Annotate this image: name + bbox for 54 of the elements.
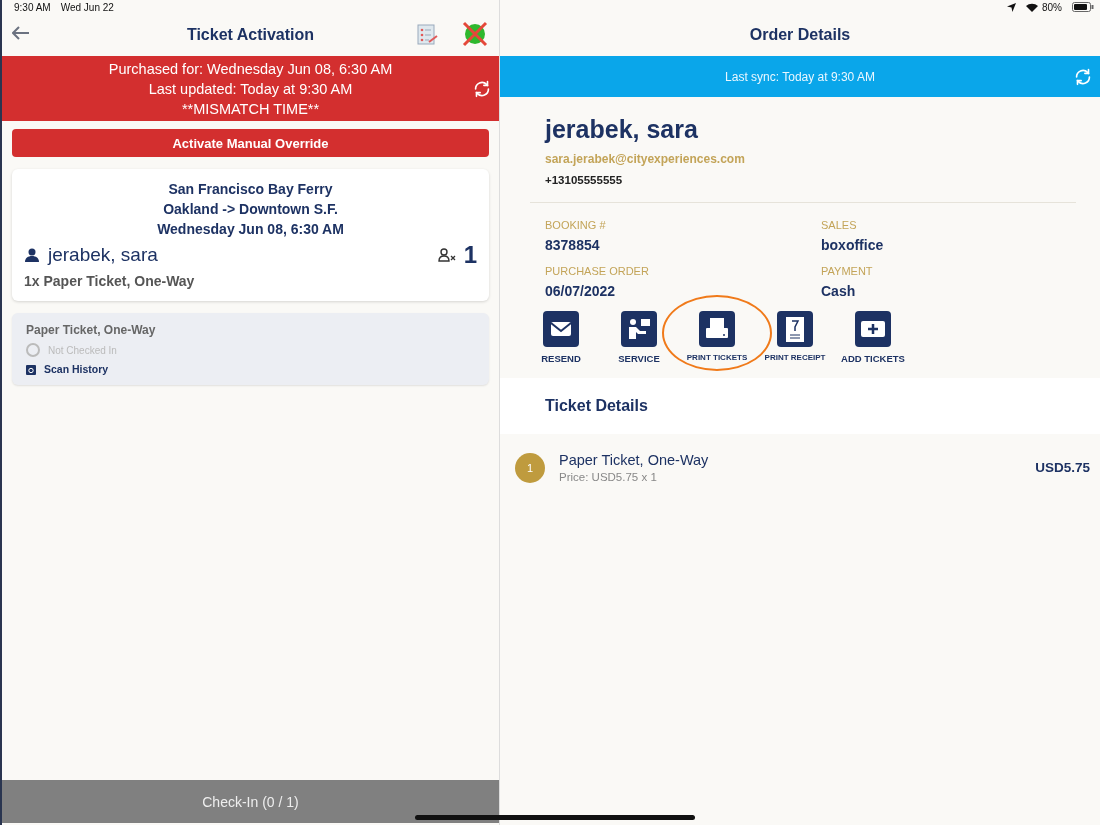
ticket-plus-icon — [855, 311, 891, 347]
section-heading: Ticket Details — [545, 397, 648, 415]
ticket-name: Paper Ticket, One-Way — [26, 323, 157, 337]
status-time: 9:30 AM — [14, 1, 51, 13]
field-label: SALES — [821, 219, 858, 231]
action-button[interactable]: ADD TICKETS — [834, 311, 912, 364]
envelope-icon — [543, 311, 579, 347]
customer-phone: +13105555555 — [545, 174, 624, 186]
field-value: 06/07/2022 — [545, 283, 617, 299]
field-label: BOOKING # — [545, 219, 607, 231]
battery-icon — [1072, 2, 1094, 12]
history-icon — [26, 363, 36, 375]
status-date: Wed Jun 22 — [60, 1, 114, 13]
trip-text: Wednesday Jun 08, 6:30 AM — [156, 220, 345, 239]
alert-text: **MISMATCH TIME** — [180, 99, 321, 119]
checkin-button[interactable]: Check-In (0 / 1) — [2, 780, 499, 823]
item-total: USD5.75 — [1035, 460, 1090, 475]
disconnected-icon[interactable] — [461, 20, 489, 48]
person-at-desk-icon — [621, 311, 657, 347]
field-value: 8378854 — [545, 237, 601, 253]
person-icon — [24, 247, 40, 263]
trip-text: San Francisco Bay Ferry — [167, 180, 334, 199]
customer-email: sara.jerabek@cityexperiences.com — [545, 152, 746, 166]
guest-count: 1 — [463, 241, 477, 269]
field-label: PURCHASE ORDER — [545, 265, 650, 277]
guest-count-icon — [437, 248, 456, 262]
trip-text: Oakland -> Downtown S.F. — [162, 200, 339, 219]
action-button[interactable]: RESEND — [522, 311, 600, 364]
ticket-summary: 1x Paper Ticket, One-Way — [24, 273, 196, 289]
checkin-radio[interactable] — [26, 343, 40, 357]
guest-name: jerabek, sara — [48, 244, 159, 266]
item-price: Price: USD5.75 x 1 — [559, 471, 658, 483]
screen-title: Order Details — [749, 26, 851, 44]
customer-name: jerabek, sara — [545, 115, 699, 144]
checklist-icon[interactable] — [415, 22, 439, 46]
item-number: 1 — [515, 452, 545, 483]
alert-text: Purchased for: Wednesday Jun 08, 6:30 AM — [108, 59, 393, 79]
battery-percent: 80% — [1042, 1, 1062, 13]
wifi-icon — [1026, 2, 1038, 12]
sync-text: Last sync: Today at 9:30 AM — [725, 69, 875, 84]
receipt-icon — [777, 311, 813, 347]
action-button[interactable]: PRINT TICKETS — [678, 311, 756, 364]
printer-icon — [699, 311, 735, 347]
field-value: boxoffice — [821, 237, 885, 253]
manual-override-button[interactable]: Activate Manual Override — [12, 129, 489, 157]
item-name: Paper Ticket, One-Way — [559, 452, 710, 468]
alert-text: Last updated: Today at 9:30 AM — [147, 79, 354, 99]
location-arrow-icon — [1007, 2, 1016, 12]
field-value: Cash — [821, 283, 857, 299]
screen-title: Ticket Activation — [186, 26, 315, 44]
field-label: PAYMENT — [821, 265, 874, 277]
action-button[interactable]: SERVICE — [600, 311, 678, 364]
scan-history-link[interactable]: Scan History — [44, 363, 109, 375]
action-button[interactable]: PRINT RECEIPT — [756, 311, 834, 364]
